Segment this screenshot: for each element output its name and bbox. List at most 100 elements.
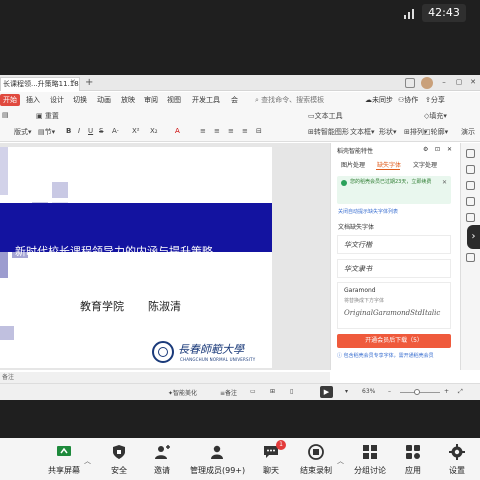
play-slideshow-button[interactable]: ▶ <box>320 386 333 398</box>
tab-missing-fonts[interactable]: 缺失字体 <box>377 160 401 169</box>
outline-button[interactable]: □轮廓▾ <box>424 127 448 137</box>
rail-help-icon[interactable] <box>466 213 475 222</box>
apps-button[interactable]: 应用 <box>398 438 428 480</box>
reset-button[interactable]: ▣ 重置 <box>36 111 59 121</box>
slideshow-options-icon[interactable]: ▾ <box>345 388 348 395</box>
underline-button[interactable]: U <box>88 127 93 135</box>
menu-animation[interactable]: 动画 <box>97 95 111 105</box>
screen-share-icon <box>57 446 71 456</box>
tab-close-icon[interactable]: ✕ <box>70 78 76 86</box>
collaborate-button[interactable]: ⚇协作 <box>398 95 418 105</box>
bold-button[interactable]: B <box>66 127 71 135</box>
notice-close-icon[interactable]: ✕ <box>442 179 447 186</box>
settings-button[interactable]: 设置 <box>442 438 472 480</box>
smart-graphic-button[interactable]: ⊞转智能图形 <box>308 127 349 137</box>
font-color-button[interactable]: A· <box>112 127 119 135</box>
tab-image-processing[interactable]: 图片处理 <box>341 160 365 169</box>
invite-user-icon <box>155 445 170 459</box>
document-tab[interactable]: 长课程领...升策略11.18 <box>0 77 80 91</box>
window-layout-icon[interactable] <box>405 78 415 88</box>
share-options-chevron-icon[interactable]: ︿ <box>84 456 91 466</box>
menu-review[interactable]: 审阅 <box>144 95 158 105</box>
fit-window-icon[interactable]: ⤢ <box>458 388 463 396</box>
shape-button[interactable]: 形状▾ <box>379 127 397 137</box>
notes-toggle-button[interactable]: ≡备注 <box>220 388 237 397</box>
textbox-button[interactable]: 文本框▾ <box>350 127 375 137</box>
rail-edit-icon[interactable] <box>466 149 475 158</box>
breakout-button[interactable]: 分组讨论 <box>350 438 390 480</box>
record-options-chevron-icon[interactable]: ︿ <box>337 456 344 466</box>
zoom-slider[interactable] <box>400 392 440 393</box>
deco-square <box>0 326 14 340</box>
normal-view-icon[interactable]: ▭ <box>250 388 256 395</box>
rail-settings-icon[interactable] <box>466 253 475 262</box>
security-button[interactable]: 安全 <box>104 438 134 480</box>
restore-icon[interactable]: ▢ <box>455 78 463 86</box>
rail-animation-icon[interactable] <box>466 197 475 206</box>
panel-close-icon[interactable]: ✕ <box>447 146 452 153</box>
sorter-view-icon[interactable]: ⊞ <box>270 388 275 395</box>
user-avatar[interactable] <box>421 77 433 89</box>
manage-members-button[interactable]: 管理成员(99+) <box>190 438 245 480</box>
status-bar: ✦智能美化 ≡备注 ▭ ⊞ ▯ ▶ ▾ 63% – + ⤢ <box>0 383 480 400</box>
rail-format-icon[interactable] <box>466 165 475 174</box>
menu-slideshow[interactable]: 放映 <box>121 95 135 105</box>
command-search-input[interactable]: ⌕ 查找命令、搜索模板 <box>255 94 335 106</box>
zoom-in-icon[interactable]: + <box>444 388 449 395</box>
slide-title: 新时代校长课程领导力的内涵与提升策略 <box>15 245 213 258</box>
stop-recording-button[interactable]: 结束录制 <box>296 438 336 480</box>
layout-button[interactable]: 版式▾ <box>14 127 32 137</box>
menu-member[interactable]: 会 <box>231 95 238 105</box>
italic-button[interactable]: I <box>78 127 80 135</box>
text-tool-button[interactable]: ▭文本工具 <box>308 111 343 121</box>
invite-button[interactable]: 邀请 <box>147 438 177 480</box>
present-button[interactable]: 演示 <box>461 127 475 137</box>
paste-icon[interactable]: ▤ <box>2 111 9 119</box>
section-button[interactable]: ▤节▾ <box>38 127 55 137</box>
distributed-icon[interactable]: ⊟ <box>256 127 262 135</box>
share-button[interactable]: ⇪分享 <box>425 95 445 105</box>
font-item-garamond[interactable]: Garamond 将替换成下方字体 OriginalGaramondStdIta… <box>337 282 451 329</box>
chat-button[interactable]: 1 聊天 <box>256 438 286 480</box>
rail-style-icon[interactable] <box>466 181 475 190</box>
font-item-xingkai[interactable]: 华文行楷 <box>337 235 451 254</box>
menu-developer[interactable]: 开发工具 <box>192 95 220 105</box>
align-center-icon[interactable]: ≡ <box>214 127 220 135</box>
notes-bar[interactable]: 备注 <box>0 372 330 383</box>
university-seal-icon <box>152 341 174 363</box>
menu-start[interactable]: 开始 <box>0 94 20 106</box>
panel-settings-icon[interactable]: ⚙ <box>423 146 428 153</box>
strike-button[interactable]: S <box>99 127 103 135</box>
share-screen-label: 共享屏幕 <box>48 466 80 475</box>
reading-view-icon[interactable]: ▯ <box>290 388 293 395</box>
menu-insert[interactable]: 插入 <box>26 95 40 105</box>
zoom-out-icon[interactable]: – <box>388 388 391 395</box>
align-right-icon[interactable]: ≡ <box>228 127 234 135</box>
panel-header: 稻壳智能特性 <box>337 148 374 155</box>
zoom-slider-knob[interactable] <box>414 389 420 395</box>
highlight-button[interactable]: A <box>175 127 180 135</box>
sync-status[interactable]: ☁未同步 <box>365 95 393 105</box>
menu-design[interactable]: 设计 <box>50 95 64 105</box>
expand-panel-icon[interactable]: › <box>467 225 480 249</box>
smart-beautify-button[interactable]: ✦智能美化 <box>168 388 197 397</box>
menu-transition[interactable]: 切换 <box>73 95 87 105</box>
minimize-icon[interactable]: – <box>440 78 448 86</box>
panel-pin-icon[interactable]: ⊡ <box>435 146 440 153</box>
justify-icon[interactable]: ≡ <box>242 127 248 135</box>
download-fonts-button[interactable]: 开通会员后下载（5） <box>337 334 451 348</box>
membership-notice[interactable]: 您的稻壳会员已过期23天，立即续费 ✕ <box>337 176 451 204</box>
superscript-button[interactable]: X² <box>132 127 140 135</box>
tab-text-processing[interactable]: 文字处理 <box>413 160 437 169</box>
disable-prompt-link[interactable]: 关闭自动提示缺失字体列表 <box>338 208 398 215</box>
close-window-icon[interactable]: ✕ <box>469 78 477 86</box>
fill-button[interactable]: ◇填充▾ <box>424 111 447 121</box>
members-icon <box>211 445 223 459</box>
align-left-icon[interactable]: ≡ <box>200 127 206 135</box>
zoom-level[interactable]: 63% <box>362 388 375 395</box>
share-screen-button[interactable]: 共享屏幕 <box>44 438 84 480</box>
font-item-lishu[interactable]: 华文隶书 <box>337 259 451 278</box>
menu-view[interactable]: 视图 <box>167 95 181 105</box>
new-tab-icon[interactable]: + <box>85 77 93 89</box>
subscript-button[interactable]: X₂ <box>150 127 158 135</box>
